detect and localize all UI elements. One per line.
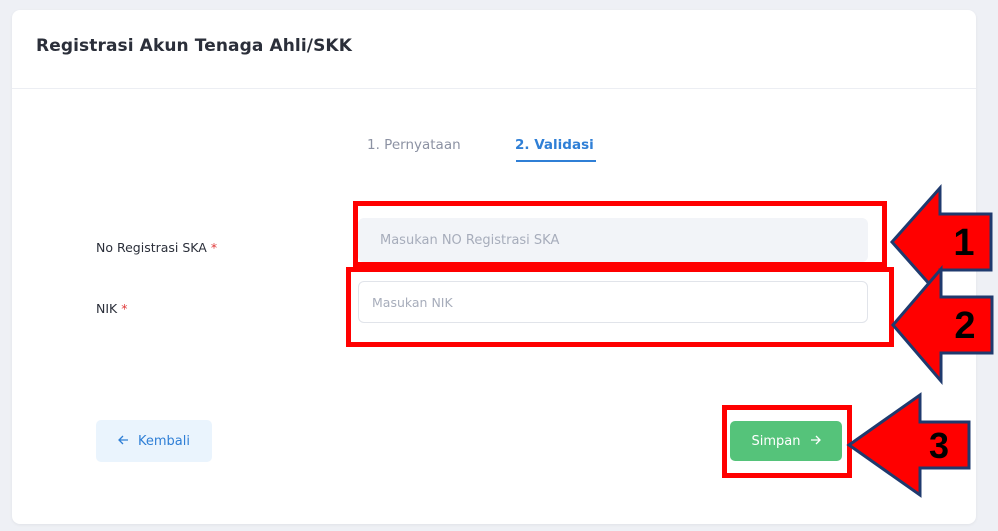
card-header: Registrasi Akun Tenaga Ahli/SKK [12, 10, 976, 89]
tab-pernyataan[interactable]: 1. Pernyataan [367, 137, 461, 153]
annotation-number-3: 3 [929, 425, 949, 466]
required-marker: * [210, 240, 218, 255]
arrow-left-icon [118, 434, 129, 449]
nik-label-text: NIK [96, 301, 118, 316]
annotation-number-2: 2 [954, 305, 975, 347]
back-button[interactable]: Kembali [96, 420, 212, 462]
annotation-arrow-2: 2 [889, 264, 995, 386]
page-title: Registrasi Akun Tenaga Ahli/SKK [36, 36, 352, 56]
active-tab-indicator [516, 160, 596, 162]
required-marker: * [121, 301, 128, 316]
ska-label-text: No Registrasi SKA [96, 240, 207, 255]
annotation-box-1 [353, 201, 887, 267]
annotation-box-3 [722, 405, 852, 478]
annotation-arrow-3: 3 [845, 390, 975, 500]
back-button-label: Kembali [138, 433, 190, 449]
tab-validasi[interactable]: 2. Validasi [515, 137, 594, 153]
ska-field-label: No Registrasi SKA * [96, 240, 217, 255]
annotation-box-2 [346, 267, 894, 347]
nik-field-label: NIK * [96, 301, 127, 316]
annotation-number-1: 1 [953, 222, 974, 264]
